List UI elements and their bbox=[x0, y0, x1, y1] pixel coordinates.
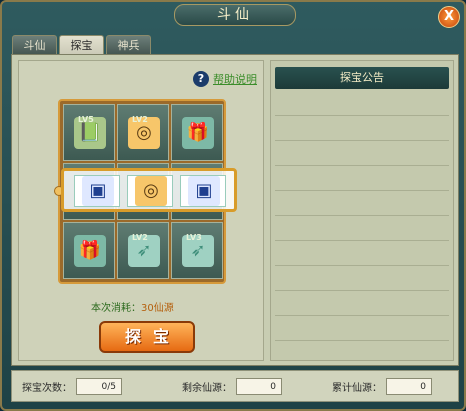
box-icon: ▣ bbox=[188, 176, 220, 206]
slot-cell: ➶ LV2 bbox=[117, 222, 169, 279]
gift-icon: 🎁 bbox=[74, 235, 106, 267]
help-icon: ? bbox=[193, 71, 209, 87]
winning-row: ▣ ◎ ▣ bbox=[61, 168, 237, 212]
list-item bbox=[275, 91, 449, 116]
list-item bbox=[275, 291, 449, 316]
explore-button[interactable]: 探宝 bbox=[99, 321, 195, 353]
level-label: LV2 bbox=[132, 115, 148, 124]
list-item bbox=[275, 166, 449, 191]
remain-group: 剩余仙源： 0 bbox=[182, 377, 282, 395]
total-value: 0 bbox=[386, 377, 432, 395]
list-item bbox=[275, 191, 449, 216]
ring-item-icon: ◎ bbox=[135, 176, 167, 206]
announcement-pane: 探宝公告 bbox=[270, 60, 454, 361]
list-item bbox=[275, 141, 449, 166]
slot-cell: ◎ LV2 bbox=[117, 104, 169, 161]
slot-cell: 📗 LV5 bbox=[63, 104, 115, 161]
tab-content: ? 帮助说明 📗 LV5 ◎ LV2 🎁 🎁 ➶ LV2 ➶ LV3 ▣ ◎ ▣… bbox=[11, 54, 459, 366]
slot-cell: 🎁 bbox=[171, 104, 223, 161]
slot-cell: ◎ bbox=[127, 175, 173, 207]
level-label: LV3 bbox=[186, 233, 202, 242]
help-link[interactable]: ? 帮助说明 bbox=[193, 71, 257, 87]
tries-label: 探宝次数： bbox=[22, 382, 72, 394]
level-label: LV2 bbox=[132, 233, 148, 242]
announcement-list bbox=[275, 91, 449, 357]
help-text: 帮助说明 bbox=[213, 73, 257, 86]
announcement-header: 探宝公告 bbox=[275, 67, 449, 89]
gift-icon: 🎁 bbox=[182, 117, 214, 149]
list-item bbox=[275, 316, 449, 341]
tab-shen-bing[interactable]: 神兵 bbox=[106, 35, 151, 55]
level-label: LV5 bbox=[78, 115, 94, 124]
window-title: 斗仙 bbox=[174, 4, 296, 26]
cost-info: 本次消耗：30仙源 bbox=[91, 299, 174, 314]
total-label: 累计仙源： bbox=[332, 382, 382, 394]
cost-value: 30仙源 bbox=[141, 303, 174, 314]
stats-bar: 探宝次数： 0/5 剩余仙源： 0 累计仙源： 0 bbox=[11, 370, 459, 402]
total-group: 累计仙源： 0 bbox=[332, 377, 432, 395]
slot-cell: ▣ bbox=[180, 175, 226, 207]
tries-group: 探宝次数： 0/5 bbox=[22, 377, 122, 395]
slot-cell: ▣ bbox=[74, 175, 120, 207]
list-item bbox=[275, 216, 449, 241]
remain-value: 0 bbox=[236, 377, 282, 395]
treasure-pane: ? 帮助说明 📗 LV5 ◎ LV2 🎁 🎁 ➶ LV2 ➶ LV3 ▣ ◎ ▣… bbox=[18, 60, 264, 361]
tab-bar: 斗仙 探宝 神兵 bbox=[12, 35, 151, 56]
slot-cell: ➶ LV3 bbox=[171, 222, 223, 279]
list-item bbox=[275, 241, 449, 266]
tab-dou-xian[interactable]: 斗仙 bbox=[12, 35, 57, 55]
tab-tan-bao[interactable]: 探宝 bbox=[59, 35, 104, 56]
dou-xian-window: 斗仙 X 斗仙 探宝 神兵 ? 帮助说明 📗 LV5 ◎ LV2 🎁 🎁 ➶ L… bbox=[0, 0, 466, 411]
list-item bbox=[275, 266, 449, 291]
box-icon: ▣ bbox=[82, 176, 114, 206]
remain-label: 剩余仙源： bbox=[182, 382, 232, 394]
list-item bbox=[275, 116, 449, 141]
tries-value: 0/5 bbox=[76, 377, 122, 395]
slot-cell: 🎁 bbox=[63, 222, 115, 279]
cost-label: 本次消耗： bbox=[91, 303, 141, 314]
close-button[interactable]: X bbox=[438, 6, 460, 28]
